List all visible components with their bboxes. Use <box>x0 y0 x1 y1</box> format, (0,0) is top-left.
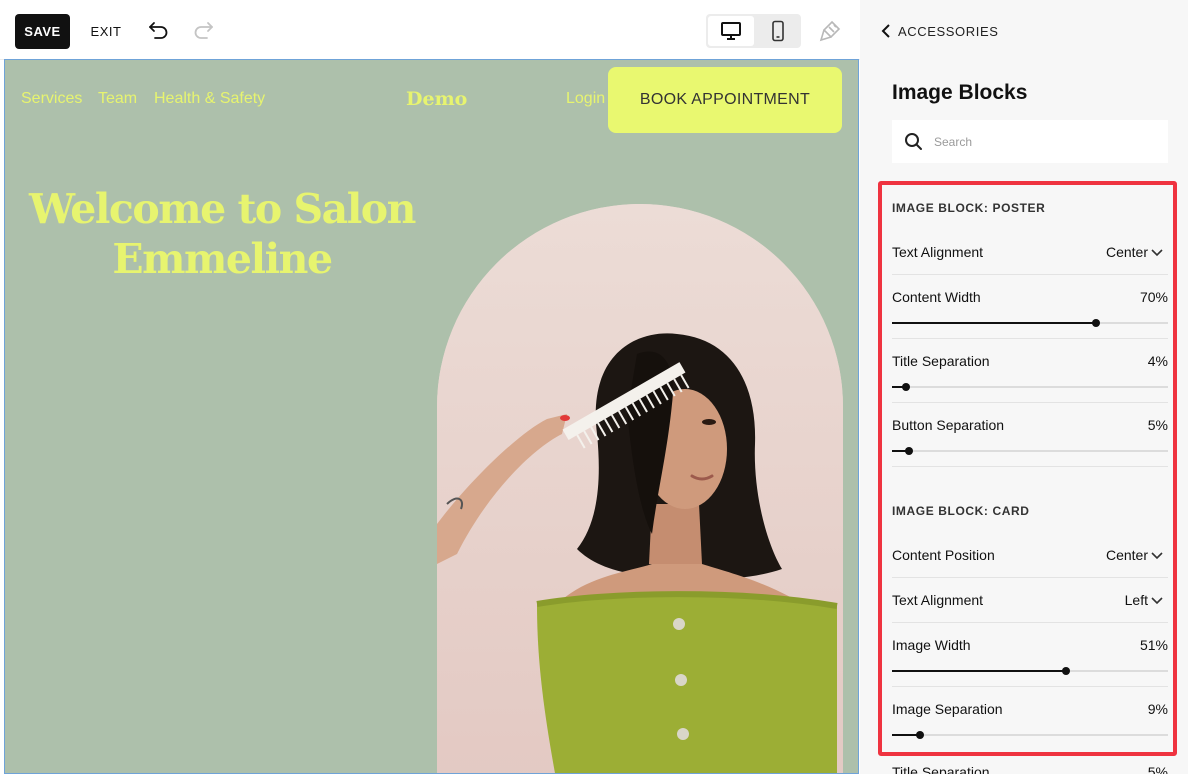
poster-button-separation-label: Button Separation <box>892 417 1005 433</box>
slider-thumb[interactable] <box>1061 667 1070 675</box>
redo-icon[interactable] <box>190 17 216 43</box>
slider-thumb[interactable] <box>915 731 924 739</box>
divider <box>892 577 1168 578</box>
card-image-separation-value: 9% <box>1147 701 1168 717</box>
undo-icon[interactable] <box>146 17 172 43</box>
divider <box>892 338 1168 339</box>
poster-content-width-slider[interactable] <box>892 317 1168 329</box>
save-button[interactable]: SAVE <box>15 14 70 49</box>
site-preview[interactable]: Services Team Health & Safety Demo Login… <box>4 59 859 774</box>
card-image-separation-slider[interactable] <box>892 729 1168 741</box>
card-image-width-label: Image Width <box>892 637 971 653</box>
poster-text-alignment-label: Text Alignment <box>892 244 984 260</box>
desktop-view-button[interactable] <box>708 16 754 46</box>
poster-button-separation-value: 5% <box>1147 417 1168 433</box>
card-title-separation-value: 5% <box>1147 764 1168 774</box>
chevron-left-icon <box>881 24 890 38</box>
exit-button[interactable]: EXIT <box>86 14 126 49</box>
poster-content-width-value: 70% <box>1139 289 1168 305</box>
poster-title-separation-slider[interactable] <box>892 381 1168 393</box>
slider-track <box>892 734 1168 736</box>
chevron-down-icon[interactable] <box>1151 246 1163 258</box>
card-content-position-select[interactable]: Center <box>1106 547 1148 563</box>
mobile-view-button[interactable] <box>756 16 799 46</box>
mobile-icon <box>771 20 784 42</box>
card-image-width-slider[interactable] <box>892 665 1168 677</box>
hero-title: Welcome to Salon Emmeline <box>29 185 416 283</box>
editor-toolbar: SAVE EXIT <box>0 0 860 60</box>
site-styles-button[interactable] <box>816 17 844 45</box>
search-icon <box>905 133 922 150</box>
chevron-down-icon[interactable] <box>1151 549 1163 561</box>
divider <box>892 402 1168 403</box>
divider <box>892 622 1168 623</box>
card-image-separation-label: Image Separation <box>892 701 1003 717</box>
search-input[interactable] <box>934 120 1154 163</box>
slider-thumb[interactable] <box>901 383 910 391</box>
divider <box>892 274 1168 275</box>
poster-text-alignment-select[interactable]: Center <box>1106 244 1148 260</box>
divider <box>892 686 1168 687</box>
settings-panel: ACCESSORIES Image Blocks IMAGE BLOCK: PO… <box>860 0 1188 774</box>
nav-link-team[interactable]: Team <box>98 90 137 108</box>
section-heading-card: IMAGE BLOCK: CARD <box>892 504 1030 518</box>
card-title-separation-label: Title Separation <box>892 764 990 774</box>
poster-title-separation-label: Title Separation <box>892 353 990 369</box>
site-logo[interactable]: Demo <box>406 88 467 110</box>
slider-track <box>892 386 1168 388</box>
nav-link-services[interactable]: Services <box>21 90 82 108</box>
card-text-alignment-label: Text Alignment <box>892 592 984 608</box>
poster-button-separation-slider[interactable] <box>892 445 1168 457</box>
paintbrush-icon <box>819 20 841 42</box>
nav-link-health-safety[interactable]: Health & Safety <box>154 90 265 108</box>
desktop-icon <box>721 22 741 40</box>
back-to-accessories[interactable]: ACCESSORIES <box>880 21 999 41</box>
poster-content-width-label: Content Width <box>892 289 981 305</box>
search-box <box>892 120 1168 163</box>
nav-login-link[interactable]: Login <box>566 90 605 108</box>
card-text-alignment-select[interactable]: Left <box>1125 592 1148 608</box>
slider-fill <box>892 322 1097 324</box>
slider-track <box>892 450 1168 452</box>
slider-thumb[interactable] <box>1092 319 1101 327</box>
poster-title-separation-value: 4% <box>1147 353 1168 369</box>
section-heading-poster: IMAGE BLOCK: POSTER <box>892 201 1046 215</box>
hero-image <box>437 204 843 773</box>
slider-thumb[interactable] <box>904 447 913 455</box>
panel-title: Image Blocks <box>892 81 1028 104</box>
slider-fill <box>892 670 1066 672</box>
book-appointment-button[interactable]: BOOK APPOINTMENT <box>608 67 842 133</box>
chevron-down-icon[interactable] <box>1151 594 1163 606</box>
card-image-width-value: 51% <box>1139 637 1168 653</box>
back-label: ACCESSORIES <box>898 23 999 39</box>
card-content-position-label: Content Position <box>892 547 995 563</box>
divider <box>892 466 1168 467</box>
device-toggle <box>706 14 801 48</box>
